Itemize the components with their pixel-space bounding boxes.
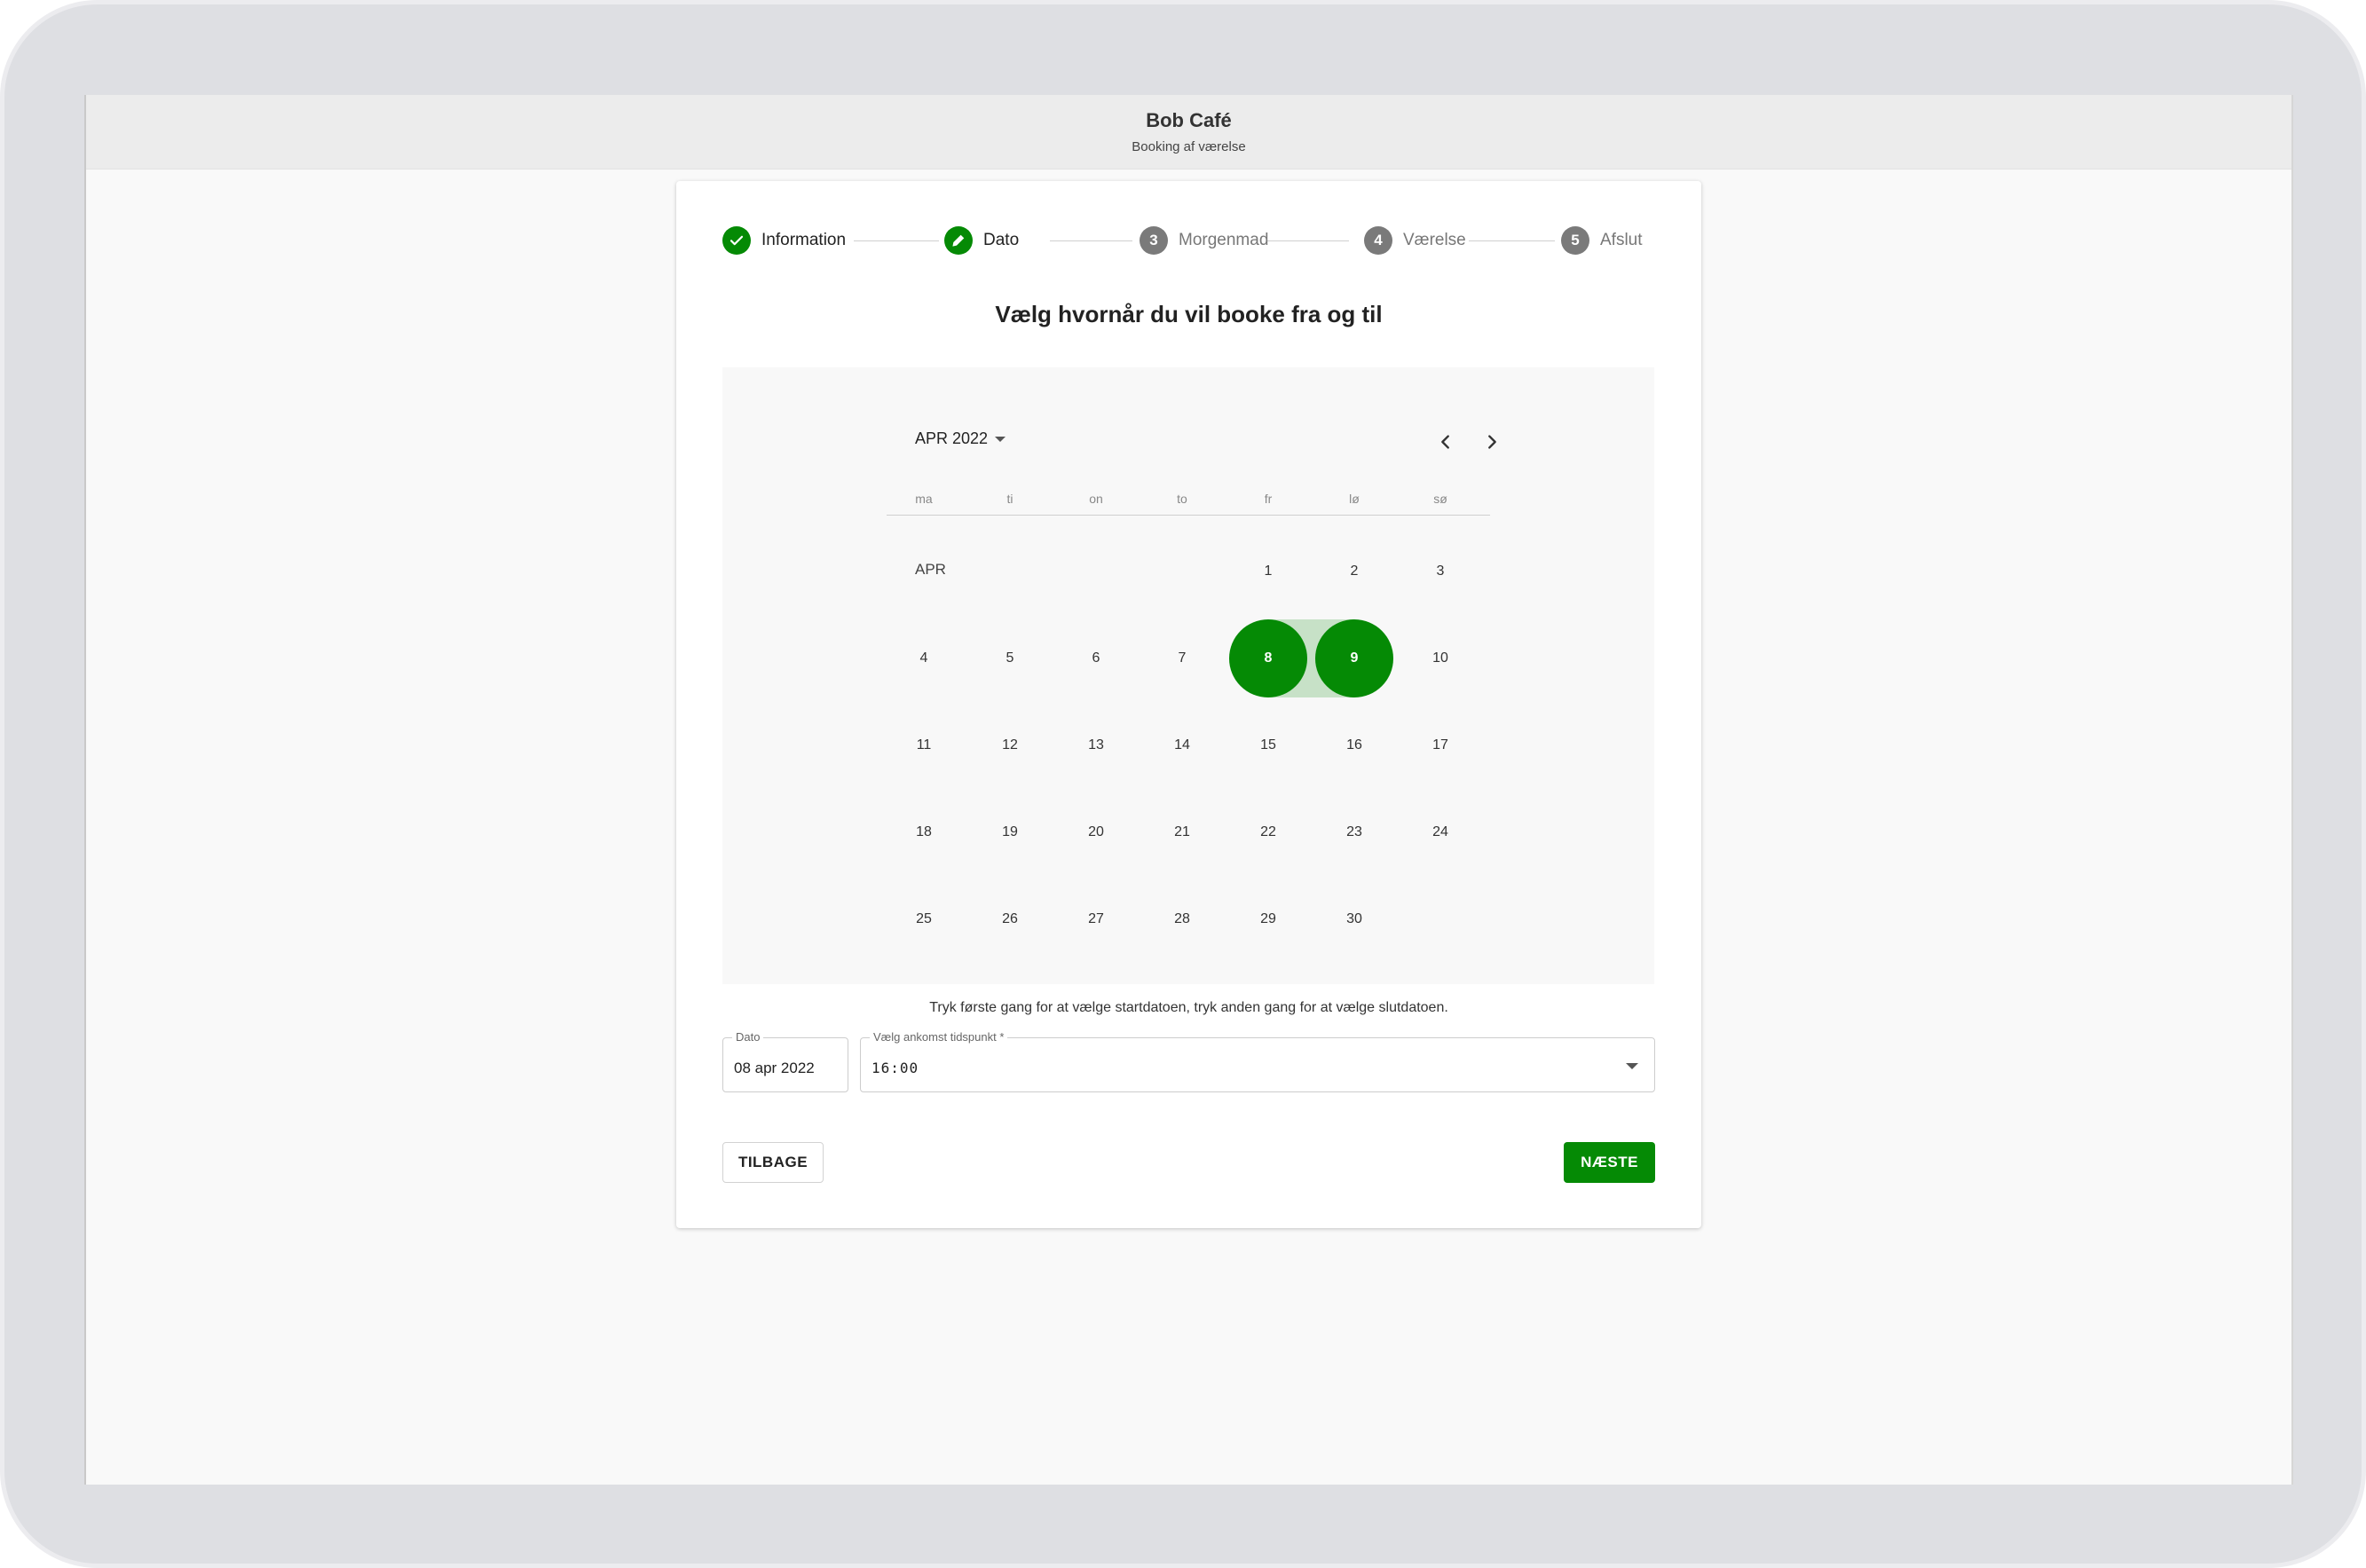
calendar-day[interactable]: 5 bbox=[971, 619, 1049, 697]
calendar-day[interactable]: 30 bbox=[1315, 880, 1393, 958]
arrival-time-label: Vælg ankomst tidspunkt * bbox=[870, 1030, 1008, 1044]
calendar-day[interactable]: 10 bbox=[1401, 619, 1479, 697]
weekday-label: ma bbox=[915, 492, 933, 506]
calendar-day[interactable]: 1 bbox=[1229, 532, 1307, 611]
weekday-label: lø bbox=[1349, 492, 1360, 506]
step-number: 5 bbox=[1561, 226, 1589, 255]
step-label: Afslut bbox=[1600, 231, 1643, 249]
back-button[interactable]: TILBAGE bbox=[722, 1142, 824, 1183]
month-label: APR bbox=[915, 561, 946, 578]
calendar-day[interactable]: 16 bbox=[1315, 706, 1393, 784]
weekday-label: ti bbox=[1006, 492, 1013, 506]
calendar-day[interactable]: 27 bbox=[1057, 880, 1135, 958]
step-label: Dato bbox=[983, 231, 1020, 249]
step-label: Morgenmad bbox=[1179, 231, 1269, 249]
stepper-connector bbox=[1050, 240, 1132, 241]
calendar-day[interactable]: 24 bbox=[1401, 793, 1479, 871]
date-field[interactable]: Dato 08 apr 2022 bbox=[722, 1030, 848, 1092]
calendar-day[interactable]: 12 bbox=[971, 706, 1049, 784]
step-dato[interactable]: Dato bbox=[944, 225, 1019, 256]
arrival-time-value: 16:00 bbox=[871, 1060, 919, 1076]
weekday-label: on bbox=[1089, 492, 1103, 506]
step-label: Information bbox=[761, 231, 847, 249]
calendar-day[interactable]: 2 bbox=[1315, 532, 1393, 611]
weekday-header: ma ti on to fr lø sø bbox=[887, 486, 1490, 516]
month-year-label: APR 2022 bbox=[915, 429, 989, 447]
calendar-day[interactable]: 25 bbox=[885, 880, 963, 958]
chevron-left-icon bbox=[1441, 435, 1449, 449]
weekday-label: fr bbox=[1264, 492, 1273, 506]
calendar-day-selected[interactable]: 9 bbox=[1315, 619, 1393, 697]
calendar-day[interactable]: 28 bbox=[1143, 880, 1221, 958]
app-title: Bob Café bbox=[1146, 109, 1232, 131]
booking-card: Information Dato 3 Morgenmad 4 Værelse 5… bbox=[676, 181, 1701, 1228]
stepper-connector bbox=[854, 240, 939, 241]
calendar-day[interactable]: 21 bbox=[1143, 793, 1221, 871]
step-number: 3 bbox=[1140, 226, 1168, 255]
date-field-value: 08 apr 2022 bbox=[734, 1060, 815, 1076]
calendar-day[interactable]: 17 bbox=[1401, 706, 1479, 784]
device-frame: Bob Café Booking af værelse Information … bbox=[0, 0, 2366, 1568]
month-year-switcher[interactable]: APR 2022 bbox=[915, 429, 1006, 448]
caret-down-icon bbox=[995, 436, 1006, 442]
weekday-label: to bbox=[1177, 492, 1187, 506]
app-screen: Bob Café Booking af værelse Information … bbox=[84, 95, 2293, 1485]
step-number: 4 bbox=[1364, 226, 1392, 255]
step-information[interactable]: Information bbox=[722, 225, 846, 256]
chevron-right-icon bbox=[1488, 435, 1496, 449]
calendar-day[interactable]: 3 bbox=[1401, 532, 1479, 611]
calendar-day[interactable]: 14 bbox=[1143, 706, 1221, 784]
step-morgenmad[interactable]: 3 Morgenmad bbox=[1140, 225, 1268, 256]
calendar-day[interactable]: 18 bbox=[885, 793, 963, 871]
calendar-day[interactable]: 29 bbox=[1229, 880, 1307, 958]
step-afslut[interactable]: 5 Afslut bbox=[1561, 225, 1643, 256]
calendar-day[interactable]: 11 bbox=[885, 706, 963, 784]
calendar-day[interactable]: 22 bbox=[1229, 793, 1307, 871]
calendar-day[interactable]: 20 bbox=[1057, 793, 1135, 871]
calendar-day[interactable]: 4 bbox=[885, 619, 963, 697]
weekday-label: sø bbox=[1433, 492, 1447, 506]
next-button[interactable]: NÆSTE bbox=[1564, 1142, 1655, 1183]
step-vaerelse[interactable]: 4 Værelse bbox=[1364, 225, 1466, 256]
app-subtitle: Booking af værelse bbox=[1132, 139, 1246, 154]
page-heading: Vælg hvornår du vil booke fra og til bbox=[995, 301, 1383, 327]
calendar-day[interactable]: 19 bbox=[971, 793, 1049, 871]
calendar-day[interactable]: 15 bbox=[1229, 706, 1307, 784]
dropdown-arrow-icon bbox=[1626, 1063, 1638, 1069]
calendar-day[interactable]: 13 bbox=[1057, 706, 1135, 784]
calendar-day[interactable]: 23 bbox=[1315, 793, 1393, 871]
calendar-day[interactable]: 26 bbox=[971, 880, 1049, 958]
calendar-day[interactable]: 6 bbox=[1057, 619, 1135, 697]
step-label: Værelse bbox=[1403, 231, 1466, 249]
date-range-calendar: APR 2022 ma ti on to fr lø sø APR 1 2 3 4 5 6 7 8 9 10 1… bbox=[722, 367, 1654, 984]
next-month-button[interactable] bbox=[1476, 426, 1508, 458]
date-selection-hint: Tryk første gang for at vælge startdatoe… bbox=[929, 1000, 1448, 1015]
calendar-day[interactable]: 7 bbox=[1143, 619, 1221, 697]
calendar-day-selected[interactable]: 8 bbox=[1229, 619, 1307, 697]
check-icon bbox=[722, 226, 751, 255]
app-header: Bob Café Booking af værelse bbox=[86, 95, 2291, 169]
previous-month-button[interactable] bbox=[1430, 426, 1462, 458]
stepper-connector bbox=[1266, 240, 1349, 241]
date-field-label: Dato bbox=[732, 1030, 764, 1044]
pencil-icon bbox=[944, 226, 973, 255]
arrival-time-select[interactable]: Vælg ankomst tidspunkt * 16:00 bbox=[860, 1030, 1655, 1092]
stepper-connector bbox=[1469, 240, 1555, 241]
